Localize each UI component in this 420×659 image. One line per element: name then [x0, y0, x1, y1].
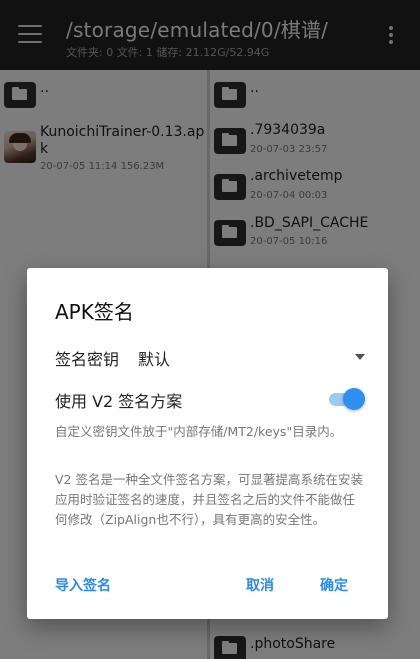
- dialog-title: APK签名: [55, 300, 134, 324]
- toggle-thumb: [343, 388, 365, 410]
- cancel-button[interactable]: 取消: [246, 575, 274, 595]
- apk-sign-dialog: APK签名 签名密钥 默认 使用 V2 签名方案 自定义密钥文件放于"内部存储/…: [27, 268, 388, 619]
- keys-location-note: 自定义密钥文件放于"内部存储/MT2/keys"目录内。: [55, 424, 343, 439]
- signing-key-label: 签名密钥: [55, 350, 120, 369]
- signing-key-dropdown[interactable]: 签名密钥 默认: [55, 344, 365, 372]
- confirm-button[interactable]: 确定: [320, 575, 348, 595]
- v2-scheme-row[interactable]: 使用 V2 签名方案: [55, 386, 365, 414]
- v2-description-note: V2 签名是一种全文件签名方案，可显著提高系统在安装应用时验证签名的速度，并且签…: [55, 472, 363, 527]
- v2-scheme-label: 使用 V2 签名方案: [55, 392, 183, 411]
- v2-scheme-toggle[interactable]: [327, 388, 365, 410]
- dropdown-arrow-icon: [355, 354, 365, 360]
- import-signature-button[interactable]: 导入签名: [55, 575, 111, 595]
- signing-key-value: 默认: [138, 350, 171, 369]
